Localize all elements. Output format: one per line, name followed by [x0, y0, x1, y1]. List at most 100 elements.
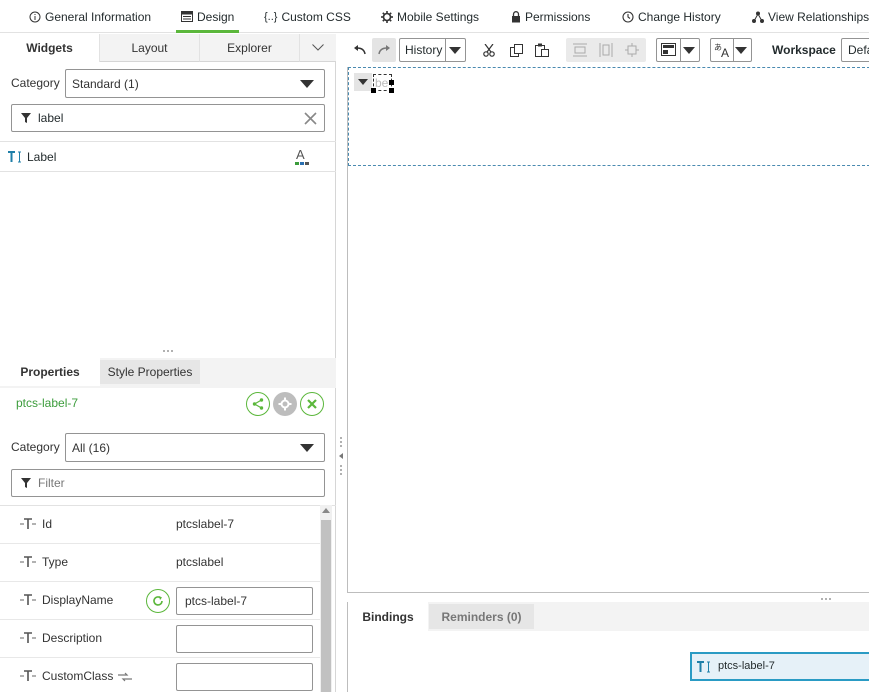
- resize-handle[interactable]: [162, 349, 174, 353]
- undo-button[interactable]: [350, 38, 370, 62]
- info-icon: [29, 11, 41, 22]
- copy-button[interactable]: [506, 38, 526, 62]
- redo-button[interactable]: [372, 38, 396, 62]
- resize-handle-bottom-right[interactable]: [389, 88, 394, 93]
- share-icon: [252, 398, 264, 410]
- binding-link-icon[interactable]: [117, 671, 133, 683]
- caret-down-icon: [300, 80, 314, 88]
- scrollbar-thumb[interactable]: [321, 520, 331, 692]
- tab-properties[interactable]: Properties: [0, 358, 100, 386]
- properties-list: Id ptcslabel-7 Type ptcslabel DisplayNam…: [0, 505, 336, 692]
- history-label: History: [405, 43, 443, 57]
- selected-label-widget[interactable]: be: [371, 74, 394, 93]
- bottom-resize-handle[interactable]: [820, 597, 832, 601]
- panel-menu-button[interactable]: [300, 34, 336, 62]
- reset-button[interactable]: [146, 589, 170, 613]
- binding-source-widget[interactable]: ptcs-label-7: [690, 652, 869, 681]
- tab-custom-css[interactable]: {..} Custom CSS: [264, 0, 351, 33]
- tab-label: Mobile Settings: [397, 9, 480, 24]
- tab-layout[interactable]: Layout: [100, 34, 200, 62]
- tab-explorer[interactable]: Explorer: [200, 34, 300, 62]
- widget-label: Label: [27, 150, 57, 164]
- settings-button[interactable]: [273, 392, 297, 416]
- layout-dropdown[interactable]: [656, 38, 700, 62]
- tab-bindings[interactable]: Bindings: [348, 602, 428, 631]
- filter-icon: [21, 478, 31, 488]
- close-icon: [307, 399, 317, 409]
- resize-handle-bottom-left[interactable]: [371, 88, 376, 93]
- distribute-horizontal-icon[interactable]: [599, 43, 613, 57]
- workspace-value: Defa: [848, 43, 869, 57]
- language-dropdown[interactable]: あA: [710, 38, 752, 62]
- properties-scrollbar[interactable]: [320, 505, 332, 692]
- tab-view-relationships[interactable]: View Relationships: [752, 0, 869, 33]
- widget-list-item[interactable]: Label A: [0, 141, 336, 172]
- scroll-up-icon[interactable]: [322, 508, 330, 513]
- resize-handle-right[interactable]: [389, 80, 394, 85]
- tab-widgets[interactable]: Widgets: [0, 34, 100, 62]
- tab-general-information[interactable]: General Information: [29, 0, 151, 33]
- tab-label: Change History: [638, 9, 721, 24]
- property-value: ptcslabel: [176, 555, 224, 569]
- remove-widget-button[interactable]: [300, 392, 324, 416]
- lock-icon: [512, 10, 520, 22]
- caret-down-icon: [449, 47, 461, 54]
- tab-mobile-settings[interactable]: Mobile Settings: [381, 0, 479, 33]
- cut-icon: [483, 43, 495, 57]
- relationships-icon: [752, 11, 764, 23]
- distribute-vertical-icon[interactable]: [573, 43, 587, 57]
- property-row-description: Description: [0, 620, 320, 658]
- properties-filter-input[interactable]: Filter: [11, 469, 325, 497]
- paste-button[interactable]: [532, 38, 552, 62]
- description-input[interactable]: [176, 625, 313, 653]
- property-name: DisplayName: [42, 593, 114, 607]
- property-row-displayname: DisplayName ptcs-label-7: [0, 582, 320, 620]
- clear-icon[interactable]: [304, 112, 317, 125]
- widgets-category-label: Category: [11, 76, 60, 90]
- copy-icon: [509, 43, 523, 57]
- property-value: ptcslabel-7: [176, 517, 235, 531]
- cut-button[interactable]: [479, 38, 499, 62]
- filter-icon: [21, 113, 31, 123]
- center-icon[interactable]: [625, 43, 639, 57]
- font-style-icon: A: [295, 148, 309, 165]
- properties-category-select[interactable]: All (16): [65, 433, 325, 462]
- align-tools-group: [566, 38, 646, 62]
- widget-search-value: label: [38, 111, 64, 125]
- properties-category-label: Category: [11, 440, 60, 454]
- tab-style-properties[interactable]: Style Properties: [100, 360, 200, 384]
- tab-label: View Relationships: [768, 9, 869, 24]
- string-type-icon: [20, 518, 36, 529]
- undo-icon: [354, 45, 366, 55]
- container-menu-button[interactable]: [354, 73, 372, 91]
- workspace-select[interactable]: Defa: [841, 38, 869, 62]
- widget-search-input[interactable]: label: [11, 104, 325, 132]
- workspace-label: Workspace: [772, 43, 836, 57]
- container-widget[interactable]: be: [348, 67, 869, 166]
- tab-design[interactable]: Design: [175, 0, 240, 33]
- property-row-customclass: CustomClass: [0, 658, 320, 692]
- tab-reminders[interactable]: Reminders (0): [429, 604, 534, 629]
- widgets-category-select[interactable]: Standard (1): [65, 69, 325, 98]
- label-widget-text: be: [375, 76, 389, 90]
- label-widget-icon: [8, 151, 21, 163]
- share-button[interactable]: [246, 392, 270, 416]
- tab-change-history[interactable]: Change History: [622, 0, 721, 33]
- tab-label: General Information: [45, 9, 152, 24]
- customclass-input[interactable]: [176, 663, 313, 691]
- tab-label: Design: [197, 9, 235, 24]
- string-type-icon: [20, 594, 36, 605]
- history-dropdown[interactable]: History: [399, 38, 466, 62]
- displayname-input[interactable]: ptcs-label-7: [176, 587, 313, 615]
- paste-icon: [535, 43, 549, 57]
- tab-label: Permissions: [525, 9, 591, 24]
- design-canvas[interactable]: be: [347, 67, 869, 593]
- layout-icon: [661, 43, 676, 56]
- label-widget-icon: [697, 661, 710, 673]
- redo-icon: [378, 45, 390, 55]
- translate-icon: あA: [714, 43, 729, 58]
- tab-permissions[interactable]: Permissions: [511, 0, 590, 33]
- panel-splitter-handle[interactable]: [338, 436, 344, 476]
- gear-icon: [278, 397, 292, 411]
- widgets-category-value: Standard (1): [72, 76, 139, 91]
